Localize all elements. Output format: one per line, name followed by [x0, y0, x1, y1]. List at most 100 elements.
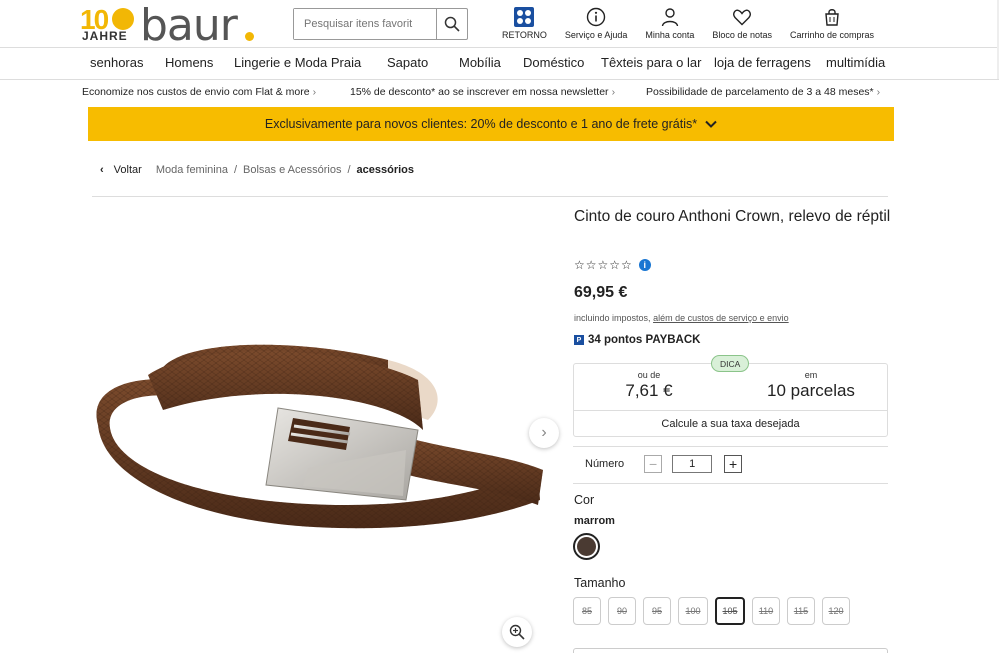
payback-text: 34 pontos PAYBACK — [588, 334, 701, 346]
breadcrumb-item-bolsas[interactable]: Bolsas e Acessórios — [243, 164, 341, 176]
quantity-field[interactable]: 1 — [672, 455, 713, 473]
payback-points: P 34 pontos PAYBACK — [574, 334, 700, 346]
divider — [573, 483, 888, 484]
quantity-plus-button[interactable]: + — [724, 455, 743, 473]
heart-icon — [733, 9, 752, 26]
product-title: Cinto de couro Anthoni Crown, relevo de … — [574, 208, 891, 225]
back-label: Voltar — [113, 164, 142, 176]
tax-prefix: incluindo impostos, — [574, 313, 651, 323]
rating-stars[interactable]: ☆☆☆☆☆ i — [574, 258, 651, 272]
size-option-110[interactable]: 110 — [752, 597, 780, 625]
cart-link[interactable]: Carrinho de compras — [790, 6, 874, 40]
installment-count: em 10 parcelas — [736, 370, 886, 401]
benefit-flat[interactable]: Economize nos custos de envio com Flat &… — [82, 86, 316, 98]
search-bar — [293, 8, 468, 40]
size-option-105[interactable]: 105 — [715, 597, 745, 625]
breadcrumb-current: acessórios — [356, 164, 415, 176]
search-icon — [444, 16, 460, 32]
retorno-label: RETORNO — [502, 30, 547, 40]
back-link[interactable]: ‹ Voltar — [100, 164, 142, 176]
zoom-button[interactable] — [502, 617, 532, 647]
baur-logo[interactable]: 10 JAHRE baur — [80, 0, 260, 51]
benefit-flat-text: Economize nos custos de envio com Flat &… — [82, 86, 310, 98]
calculate-rate-button[interactable]: Calcule a sua taxa desejada — [574, 410, 887, 437]
benefit-newsletter[interactable]: 15% de desconto* ao se inscrever em noss… — [350, 86, 615, 98]
size-option-95[interactable]: 95 — [643, 597, 671, 625]
installment-count-value: 10 parcelas — [767, 381, 855, 400]
chevron-right-icon: › — [876, 86, 881, 98]
installment-amount-label: ou de — [637, 370, 661, 380]
installment-box: DICA ou de 7,61 € em 10 parcelas Calcule… — [573, 355, 888, 437]
divider — [92, 196, 888, 197]
quantity-label: Número — [585, 458, 625, 470]
size-label: Tamanho — [574, 576, 626, 590]
retorno-link[interactable]: RETORNO — [502, 6, 547, 40]
product-image[interactable] — [88, 300, 548, 580]
nav-item-homens[interactable]: Homens — [165, 55, 213, 70]
installment-amount: ou de 7,61 € — [574, 370, 724, 401]
chevron-left-icon: ‹ — [100, 164, 104, 176]
benefit-installment[interactable]: Possibilidade de parcelamento de 3 a 48 … — [646, 86, 880, 98]
color-swatch-marrom[interactable] — [573, 533, 600, 560]
breadcrumb-separator: / — [233, 164, 238, 176]
color-label: Cor — [574, 493, 595, 507]
benefits-bar: Economize nos custos de envio com Flat &… — [0, 80, 999, 104]
quantity-stepper: Número − 1 + — [585, 455, 743, 473]
breadcrumb-item-moda[interactable]: Moda feminina — [156, 164, 228, 176]
swatch-fill — [577, 537, 596, 556]
service-help-label: Serviço e Ajuda — [564, 30, 628, 40]
breadcrumb: ‹ Voltar Moda feminina / Bolsas e Acessór… — [100, 164, 414, 176]
nav-item-multimidia[interactable]: multimídia — [826, 55, 885, 70]
size-option-90[interactable]: 90 — [608, 597, 636, 625]
tax-info: incluindo impostos, além de custos de se… — [574, 313, 789, 323]
shipping-costs-link[interactable]: além de custos de serviço e envio — [653, 313, 789, 323]
promo-banner-text: Exclusivamente para novos clientes: 20% … — [264, 117, 698, 131]
size-option-120[interactable]: 120 — [822, 597, 850, 625]
nav-item-mobilia[interactable]: Mobília — [459, 55, 501, 70]
cart-icon — [825, 9, 839, 26]
breadcrumb-separator: / — [347, 164, 351, 176]
size-option-100[interactable]: 100 — [678, 597, 708, 625]
nav-item-texteis[interactable]: Têxteis para o lar — [601, 55, 701, 70]
info-icon — [586, 7, 606, 27]
star-rating: ☆☆☆☆☆ — [574, 258, 633, 272]
chevron-down-icon — [705, 120, 717, 128]
site-header: 10 JAHRE baur RETORNO Serviço e Ajuda Mi… — [0, 0, 999, 51]
logo-circle — [112, 8, 134, 30]
search-button[interactable] — [436, 9, 467, 39]
retorno-icon — [514, 7, 535, 27]
quantity-minus-button[interactable]: − — [644, 455, 663, 473]
nav-item-sapato[interactable]: Sapato — [387, 55, 428, 70]
rating-info-icon[interactable]: i — [638, 259, 651, 271]
header-actions: RETORNO Serviço e Ajuda Minha conta Bloc… — [502, 6, 892, 40]
chevron-right-icon: › — [541, 424, 547, 441]
next-section-edge — [573, 648, 888, 653]
next-image-button[interactable]: › — [529, 418, 559, 448]
nav-item-ferragens[interactable]: loja de ferragens — [714, 55, 811, 70]
benefit-installment-text: Possibilidade de parcelamento de 3 a 48 … — [646, 86, 874, 98]
installment-amount-value: 7,61 € — [625, 381, 673, 400]
size-option-115[interactable]: 115 — [787, 597, 815, 625]
account-link[interactable]: Minha conta — [645, 6, 694, 40]
cart-label: Carrinho de compras — [789, 30, 875, 40]
nav-item-senhoras[interactable]: senhoras — [90, 55, 143, 70]
wishlist-label: Bloco de notas — [712, 30, 772, 40]
size-options: 85 90 95 100 105 110 115 120 — [573, 597, 857, 625]
account-label: Minha conta — [645, 30, 695, 40]
wishlist-link[interactable]: Bloco de notas — [712, 6, 772, 40]
zoom-in-icon — [509, 624, 525, 640]
chevron-right-icon: › — [312, 86, 317, 98]
promo-banner[interactable]: Exclusivamente para novos clientes: 20% … — [88, 107, 894, 141]
color-value: marrom — [574, 515, 615, 527]
chevron-right-icon: › — [611, 86, 616, 98]
logo-dot — [245, 32, 254, 41]
size-option-85[interactable]: 85 — [573, 597, 601, 625]
user-icon — [661, 8, 679, 27]
nav-item-domestico[interactable]: Doméstico — [523, 55, 584, 70]
search-input[interactable] — [294, 9, 436, 39]
service-help-link[interactable]: Serviço e Ajuda — [564, 6, 628, 40]
product-price: 69,95 € — [574, 284, 628, 301]
benefit-newsletter-text: 15% de desconto* ao se inscrever em noss… — [350, 86, 609, 98]
logo-jahre: JAHRE — [82, 29, 128, 43]
nav-item-lingerie[interactable]: Lingerie e Moda Praia — [234, 55, 361, 70]
